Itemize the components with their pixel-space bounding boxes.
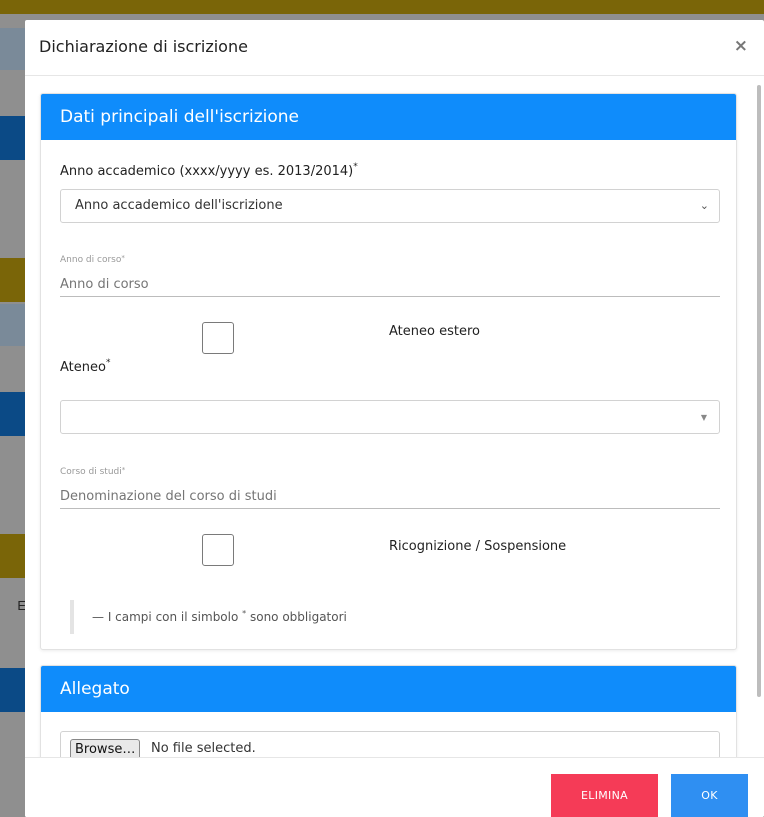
enrollment-modal: Dichiarazione di iscrizione × Dati princ… xyxy=(25,20,764,817)
background-topbar xyxy=(0,0,764,14)
modal-header: Dichiarazione di iscrizione × xyxy=(25,20,764,76)
close-icon[interactable]: × xyxy=(734,36,748,56)
chevron-down-icon: ⌄ xyxy=(699,199,709,212)
modal-title: Dichiarazione di iscrizione xyxy=(39,37,248,56)
modal-body: Dati principali dell'iscrizione Anno acc… xyxy=(25,77,764,757)
anno-corso-float-label: Anno di corso* xyxy=(60,254,125,265)
ateneo-label-text: Ateneo xyxy=(60,360,106,375)
required-mark: * xyxy=(105,358,111,368)
main-data-card: Dati principali dell'iscrizione Anno acc… xyxy=(40,93,737,650)
scrollbar[interactable] xyxy=(757,85,761,697)
ricognizione-label: Ricognizione / Sospensione xyxy=(389,539,567,554)
corso-studi-input[interactable] xyxy=(60,485,720,509)
main-data-card-title: Dati principali dell'iscrizione xyxy=(41,94,736,140)
required-mark: * xyxy=(121,466,126,474)
anno-accademico-select[interactable]: Anno accademico dell'iscrizione ⌄ xyxy=(60,189,720,223)
background-partial-label: E xyxy=(17,598,26,613)
anno-corso-input[interactable] xyxy=(60,273,720,297)
browse-button[interactable]: Browse… xyxy=(70,739,141,757)
note-prefix: — I campi con il simbolo xyxy=(92,610,239,624)
ricognizione-checkbox[interactable] xyxy=(202,534,234,566)
anno-accademico-label-text: Anno accademico (xxxx/yyyy es. 2013/2014… xyxy=(60,164,354,179)
ateneo-select[interactable]: ▼ xyxy=(60,400,720,434)
modal-footer: ELIMINA OK xyxy=(25,757,764,817)
attachment-card: Allegato Browse… No file selected. xyxy=(40,665,737,757)
caret-down-icon: ▼ xyxy=(700,413,707,422)
file-input[interactable]: Browse… No file selected. xyxy=(60,731,720,757)
corso-studi-float-label: Corso di studi* xyxy=(60,466,126,477)
delete-button[interactable]: ELIMINA xyxy=(551,774,658,817)
anno-accademico-label: Anno accademico (xxxx/yyyy es. 2013/2014… xyxy=(60,162,358,179)
required-fields-note: — I campi con il simbolo * sono obbligat… xyxy=(70,600,347,634)
required-mark: * xyxy=(242,609,247,618)
anno-corso-label-text: Anno di corso xyxy=(60,255,122,265)
ateneo-label: Ateneo* xyxy=(60,358,111,375)
file-status: No file selected. xyxy=(151,741,256,756)
note-suffix: sono obbligatori xyxy=(249,610,347,624)
required-mark: * xyxy=(121,254,125,262)
anno-accademico-selected-value: Anno accademico dell'iscrizione xyxy=(75,198,283,213)
ateneo-estero-label: Ateneo estero xyxy=(389,324,480,339)
required-mark: * xyxy=(353,162,358,172)
attachment-card-title: Allegato xyxy=(41,666,736,712)
ateneo-estero-checkbox[interactable] xyxy=(202,322,234,354)
corso-studi-label-text: Corso di studi xyxy=(60,467,122,477)
ok-button[interactable]: OK xyxy=(671,774,748,817)
